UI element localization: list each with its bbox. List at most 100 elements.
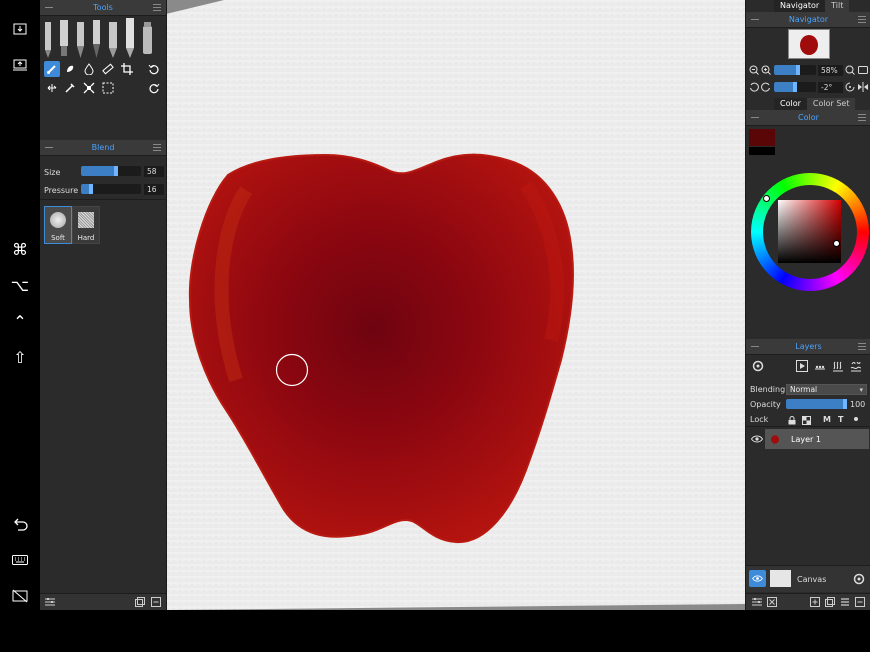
rotation-slider-knob[interactable] xyxy=(793,82,797,92)
round-brush-icon[interactable] xyxy=(77,22,84,58)
panel-menu-icon[interactable] xyxy=(858,343,866,350)
hide-ui-icon[interactable] xyxy=(8,584,32,608)
shift-key-icon[interactable]: ⇧ xyxy=(8,345,32,369)
crop-icon[interactable] xyxy=(119,61,135,77)
drop-fill-icon[interactable] xyxy=(81,61,97,77)
opacity-value[interactable]: 100 xyxy=(850,400,865,409)
color-picker-knob[interactable] xyxy=(833,240,840,247)
opacity-slider[interactable] xyxy=(786,399,847,409)
pressure-slider[interactable] xyxy=(81,184,141,194)
panel-menu-icon[interactable] xyxy=(153,144,161,151)
zoom-out-icon[interactable] xyxy=(748,62,760,78)
pressure-slider-knob[interactable] xyxy=(89,184,93,194)
selection-icon[interactable] xyxy=(100,80,116,96)
pan-icon[interactable] xyxy=(44,80,60,96)
size-slider[interactable] xyxy=(81,166,141,176)
layer-properties-icon[interactable] xyxy=(749,594,765,610)
fit-zoom-icon[interactable] xyxy=(844,62,856,78)
rotate-left-icon[interactable] xyxy=(146,61,162,77)
airbrush-icon[interactable] xyxy=(126,18,134,58)
hue-picker-knob[interactable] xyxy=(763,195,770,202)
merge-layer-icon[interactable] xyxy=(837,594,853,610)
preset-soft[interactable]: Soft xyxy=(44,206,72,244)
lock-option-m[interactable]: M xyxy=(823,415,831,424)
option-key-icon[interactable]: ⌥ xyxy=(8,273,32,297)
import-icon[interactable] xyxy=(8,17,32,41)
remove-icon[interactable] xyxy=(148,594,164,610)
blender-icon[interactable] xyxy=(143,22,152,54)
panel-menu-icon[interactable] xyxy=(858,114,866,121)
lock-dot-icon[interactable] xyxy=(854,417,858,421)
blend-panel-title[interactable]: Blend xyxy=(40,140,166,156)
size-slider-knob[interactable] xyxy=(114,166,118,176)
zoom-slider[interactable] xyxy=(774,65,816,75)
opacity-slider-knob[interactable] xyxy=(843,399,847,409)
duplicate-layer-icon[interactable] xyxy=(822,594,838,610)
layer-settings-icon[interactable] xyxy=(750,358,766,374)
duplicate-icon[interactable] xyxy=(132,594,148,610)
canvas-area[interactable] xyxy=(166,0,745,610)
panel-menu-icon[interactable] xyxy=(858,16,866,23)
layer-row[interactable]: Layer 1 xyxy=(746,429,869,449)
color-wheel[interactable] xyxy=(751,173,869,291)
canvas-layer-row[interactable]: Canvas xyxy=(746,565,870,592)
onion-skin-icon[interactable] xyxy=(812,358,828,374)
color-panel-title[interactable]: Color xyxy=(746,110,870,126)
painting-canvas[interactable] xyxy=(166,0,745,610)
tab-color[interactable]: Color xyxy=(774,98,807,110)
zoom-in-icon[interactable] xyxy=(760,62,772,78)
secondary-color-swatch[interactable] xyxy=(749,147,775,155)
command-key-icon[interactable]: ⌘ xyxy=(8,237,32,261)
eyedropper-icon[interactable] xyxy=(62,80,78,96)
reset-rotation-icon[interactable] xyxy=(844,79,856,95)
navigator-panel-title[interactable]: Navigator xyxy=(746,12,870,28)
navigator-thumbnail[interactable] xyxy=(788,29,830,59)
rotate-ccw-icon[interactable] xyxy=(748,79,760,95)
tab-color-set[interactable]: Color Set xyxy=(806,98,856,110)
smudge-icon[interactable] xyxy=(62,61,78,77)
add-layer-icon[interactable] xyxy=(807,594,823,610)
transform-icon[interactable] xyxy=(81,80,97,96)
control-key-icon[interactable]: ⌃ xyxy=(8,309,32,333)
flip-horizontal-icon[interactable] xyxy=(857,79,869,95)
settings-sliders-icon[interactable] xyxy=(42,594,58,610)
play-icon[interactable] xyxy=(794,358,810,374)
rotation-slider[interactable] xyxy=(774,82,816,92)
zoom-slider-knob[interactable] xyxy=(796,65,800,75)
layer-item-selected[interactable]: Layer 1 xyxy=(765,429,869,449)
paint-brush-icon[interactable] xyxy=(44,61,60,77)
lock-option-t[interactable]: T xyxy=(838,415,843,424)
layers-title: Layers xyxy=(795,342,822,351)
blending-select[interactable]: Normal ▾ xyxy=(786,384,867,395)
zoom-value[interactable]: 58% xyxy=(818,65,843,76)
flat-brush-icon[interactable] xyxy=(60,20,68,56)
pressure-value[interactable]: 16 xyxy=(144,184,164,195)
rotation-value[interactable]: -2° xyxy=(818,82,843,93)
rotate-cw-icon[interactable] xyxy=(760,79,772,95)
clear-layer-icon[interactable] xyxy=(764,594,780,610)
pen-icon[interactable] xyxy=(93,20,100,58)
export-icon[interactable] xyxy=(8,53,32,77)
keyboard-icon[interactable] xyxy=(8,548,32,572)
wet-layer-icon[interactable] xyxy=(848,358,864,374)
pencil-brush-icon[interactable] xyxy=(45,22,51,58)
rotate-right-icon[interactable] xyxy=(146,80,162,96)
marker-icon[interactable] xyxy=(109,22,117,58)
canvas-settings-icon[interactable] xyxy=(851,571,867,587)
eye-icon[interactable] xyxy=(749,431,765,447)
ruler-icon[interactable] xyxy=(100,61,116,77)
tab-navigator[interactable]: Navigator xyxy=(774,0,826,12)
tab-tilt[interactable]: Tilt xyxy=(825,0,850,12)
size-value[interactable]: 58 xyxy=(144,166,164,177)
fit-screen-icon[interactable] xyxy=(857,62,869,78)
preset-hard[interactable]: Hard xyxy=(72,206,100,244)
primary-color-swatch[interactable] xyxy=(749,129,775,146)
waves-icon[interactable] xyxy=(830,358,846,374)
layers-panel-title[interactable]: Layers xyxy=(746,339,870,355)
tools-panel-title[interactable]: Tools xyxy=(40,0,166,16)
saturation-value-square[interactable] xyxy=(778,200,841,263)
delete-layer-icon[interactable] xyxy=(852,594,868,610)
undo-gesture-icon[interactable] xyxy=(8,512,32,536)
panel-menu-icon[interactable] xyxy=(153,4,161,11)
canvas-eye-icon[interactable] xyxy=(749,570,766,587)
